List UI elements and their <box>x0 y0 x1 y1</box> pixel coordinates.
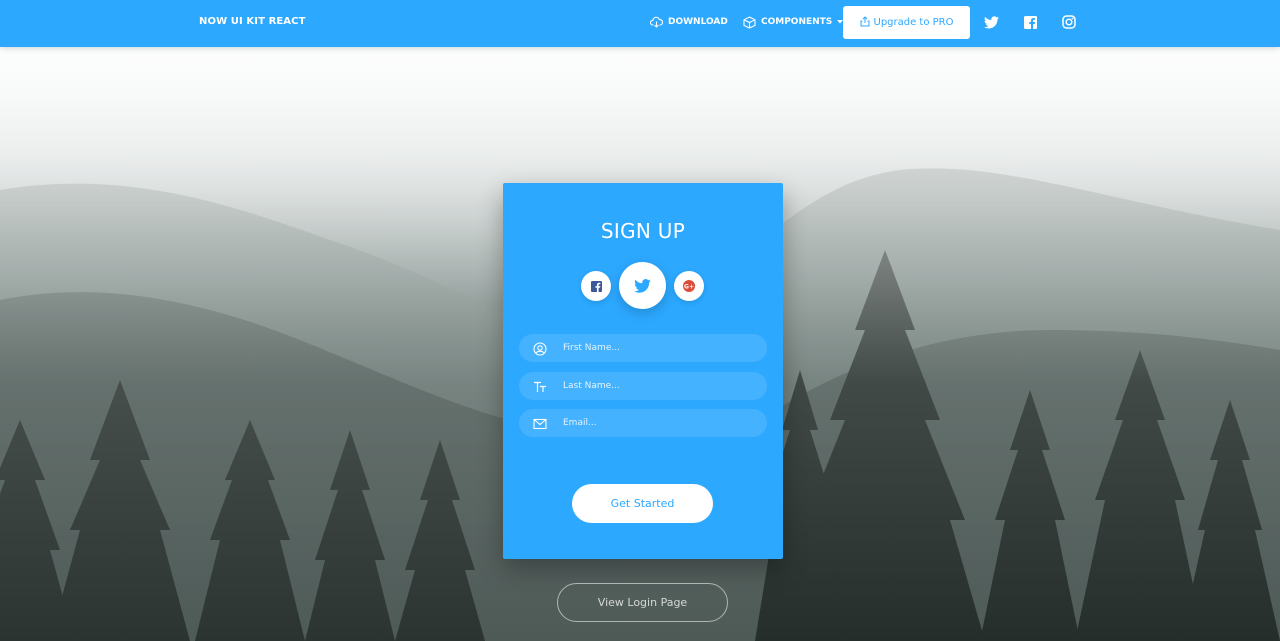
email-field <box>519 409 767 437</box>
components-dropdown[interactable]: COMPONENTS <box>743 14 844 30</box>
twitter-icon <box>634 278 651 293</box>
twitter-icon <box>984 16 999 29</box>
upgrade-to-pro-button[interactable]: Upgrade to PRO <box>843 6 970 39</box>
twitter-signup-button[interactable] <box>619 262 666 309</box>
view-login-page-button[interactable]: View Login Page <box>557 583 728 622</box>
components-label: COMPONENTS <box>761 17 833 27</box>
get-started-button[interactable]: Get Started <box>572 484 713 523</box>
first-name-field <box>519 334 767 362</box>
email-icon <box>533 416 547 430</box>
email-input[interactable] <box>563 409 759 437</box>
twitter-nav-button[interactable] <box>984 14 1000 30</box>
instagram-nav-button[interactable] <box>1062 14 1078 30</box>
brand-logo[interactable]: NOW UI KIT REACT <box>199 16 306 27</box>
facebook-icon <box>1024 16 1037 29</box>
upgrade-label: Upgrade to PRO <box>873 17 954 28</box>
instagram-icon <box>1062 15 1076 29</box>
facebook-icon <box>590 280 602 292</box>
user-circle-icon <box>533 341 547 356</box>
download-label: DOWNLOAD <box>668 17 728 27</box>
last-name-field <box>519 372 767 400</box>
share-icon <box>860 15 870 30</box>
google-plus-icon: G+ <box>683 280 695 292</box>
facebook-nav-button[interactable] <box>1024 14 1040 30</box>
facebook-signup-button[interactable] <box>581 271 611 301</box>
svg-text:G+: G+ <box>684 283 694 290</box>
last-name-input[interactable] <box>563 372 759 400</box>
box-icon <box>743 15 756 29</box>
signup-title: SIGN UP <box>600 219 686 243</box>
google-signup-button[interactable]: G+ <box>674 271 704 301</box>
first-name-input[interactable] <box>563 334 759 362</box>
cloud-download-icon <box>650 16 663 28</box>
text-icon <box>533 379 547 393</box>
download-link[interactable]: DOWNLOAD <box>650 14 728 30</box>
navbar: NOW UI KIT REACT DOWNLOAD COMPONENTS Upg… <box>0 0 1280 47</box>
